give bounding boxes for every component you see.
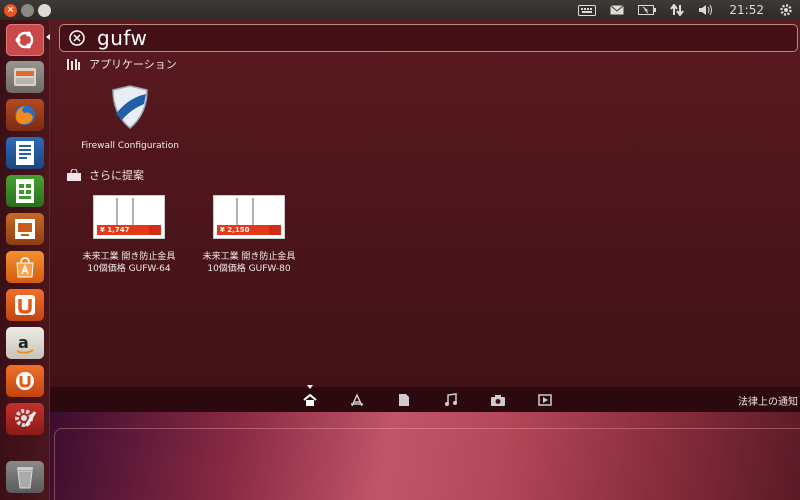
category-suggestions-label: さらに提案 [89,169,144,182]
launcher-firefox[interactable] [5,98,45,131]
product-thumbnail: ¥ 1,747 [93,195,165,239]
volume-icon[interactable] [691,0,721,20]
launcher-files[interactable] [5,60,45,93]
suggestion-line2: 10個価格 GUFW-80 [207,264,291,274]
applications-icon[interactable] [349,392,365,408]
active-lens-indicator [307,385,313,389]
price-tag: ¥ 2,150 [217,225,269,235]
lens-bar: 法律上の通知 [50,385,800,412]
launcher-software-center[interactable] [5,250,45,283]
writer-icon [6,136,44,169]
launcher-system-settings[interactable] [5,402,45,435]
shop-bag-icon [269,225,281,235]
file-cabinet-icon [6,60,44,93]
amazon-icon: a [6,326,44,359]
photo-icon[interactable] [490,392,506,408]
network-icon[interactable] [663,0,691,20]
suggestion-item[interactable]: ¥ 2,150 未来工業 開き防止金具 10個価格 GUFW-80 [192,195,306,275]
dash-frame-edge [54,428,800,500]
launcher-ubuntu-one-music[interactable] [5,364,45,397]
music-icon[interactable] [443,392,459,408]
suggestion-line2: 10個価格 GUFW-64 [87,264,171,274]
product-image [236,198,254,228]
ubuntu-one-icon [6,288,44,321]
top-panel: × 21:52 [0,0,800,20]
mail-icon[interactable] [603,0,631,20]
firefox-icon [6,98,44,131]
launcher: a [0,20,50,500]
suggestion-line1: 未来工業 開き防止金具 [202,252,296,262]
clear-search-icon[interactable] [66,27,88,49]
category-applications-label: アプリケーション [89,58,177,71]
shield-icon [68,82,192,132]
legal-notice-link[interactable]: 法律上の通知 [738,393,798,408]
price-tag: ¥ 1,747 [97,225,149,235]
clock[interactable]: 21:52 [721,3,772,17]
video-icon[interactable] [537,392,553,408]
applications-category-icon [67,59,80,70]
keyboard-icon[interactable] [571,0,603,20]
settings-icon [6,402,44,435]
launcher-ubuntu-one[interactable] [5,288,45,321]
battery-icon[interactable] [631,0,663,20]
window-controls: × [4,3,51,17]
close-button[interactable]: × [4,3,17,17]
software-center-icon [6,250,44,283]
files-icon[interactable] [396,392,412,408]
product-image [116,198,134,228]
maximize-button[interactable] [38,3,51,17]
ubuntu-one-music-icon [6,364,44,397]
home-icon[interactable] [302,392,318,408]
launcher-dash-home[interactable] [5,23,45,56]
calc-icon [6,174,44,207]
app-result-label: Firewall Configuration [81,141,179,151]
svg-text:a: a [18,333,29,352]
launcher-trash[interactable] [5,460,45,493]
shopping-bag-icon [67,169,81,181]
category-applications[interactable]: アプリケーション [67,56,177,72]
impress-icon [6,212,44,245]
shop-bag-icon [149,225,161,235]
gear-icon[interactable] [772,0,800,20]
trash-icon [6,460,44,493]
launcher-amazon[interactable]: a [5,326,45,359]
search-input[interactable]: gufw [97,26,147,50]
search-box[interactable]: gufw [59,24,798,52]
suggestion-line1: 未来工業 開き防止金具 [82,252,176,262]
indicator-area: 21:52 [571,0,800,20]
product-thumbnail: ¥ 2,150 [213,195,285,239]
suggestion-item[interactable]: ¥ 1,747 未来工業 開き防止金具 10個価格 GUFW-64 [72,195,186,275]
launcher-writer[interactable] [5,136,45,169]
launcher-calc[interactable] [5,174,45,207]
app-result-firewall[interactable]: Firewall Configuration [68,82,192,152]
dash: gufw アプリケーション Firewall Configuration さらに… [50,20,800,412]
launcher-impress[interactable] [5,212,45,245]
category-suggestions[interactable]: さらに提案 [67,167,144,183]
minimize-button[interactable] [21,3,34,17]
ubuntu-logo-icon [6,23,44,56]
